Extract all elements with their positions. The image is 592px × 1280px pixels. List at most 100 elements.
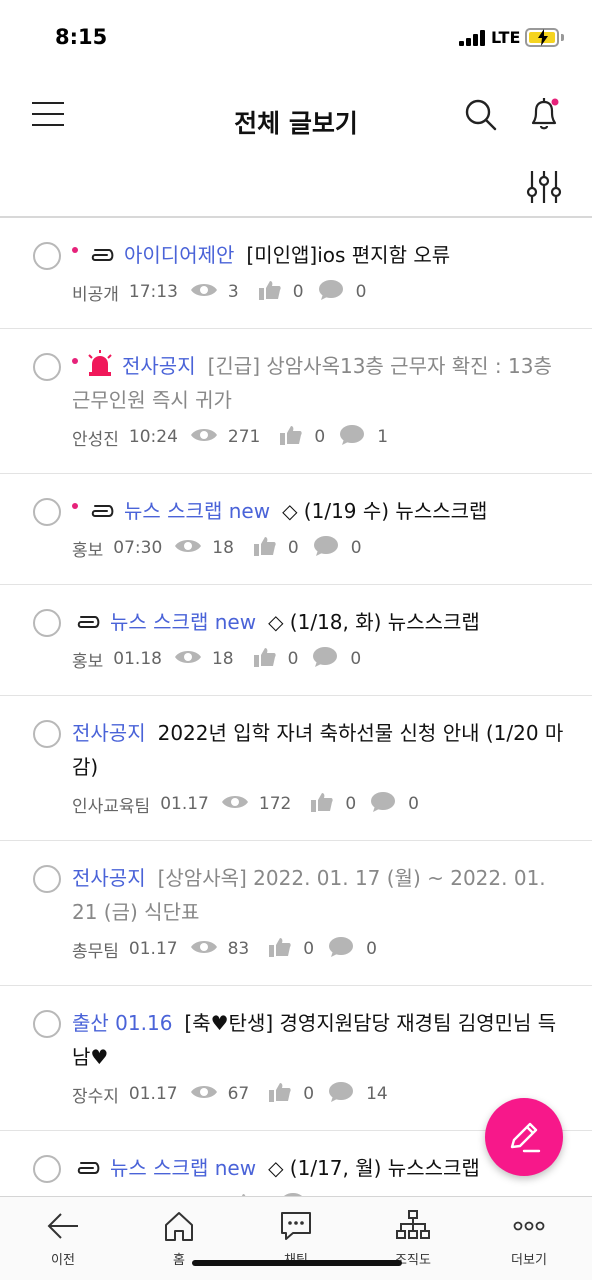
views-icon (190, 1083, 228, 1106)
post-meta: 홍보 07:30 18 0 0 (72, 534, 564, 562)
like-count: 0 (303, 1084, 315, 1104)
unread-dot (72, 358, 78, 364)
post-meta: 장수지 01.17 67 0 14 (72, 1080, 564, 1108)
back-arrow-icon (47, 1213, 78, 1239)
paperclip-icon (72, 1156, 110, 1180)
comment-icon (312, 646, 350, 673)
post-select-checkbox[interactable] (33, 609, 61, 637)
nav-more-label: 더보기 (511, 1253, 547, 1268)
paperclip-icon (72, 610, 110, 634)
nav-home[interactable]: 홈 (120, 1197, 238, 1280)
post-title-line: 전사공지 [상암사옥] 2022. 01. 17 (월) ~ 2022. 01. … (72, 861, 564, 929)
like-count: 0 (287, 649, 299, 669)
comment-count: 1 (377, 427, 389, 447)
post-category[interactable]: 아이디어제안 (124, 243, 234, 267)
write-post-button[interactable] (485, 1098, 563, 1176)
post-list[interactable]: 아이디어제안 [미인앱]ios 편지함 오류비공개 17:13 3 0 0 전사공지 [긴급]… (0, 218, 592, 1196)
post-title[interactable]: [미인앱]ios 편지함 오류 (246, 243, 450, 267)
signal-icon (459, 30, 485, 46)
status-time: 8:15 (55, 25, 108, 49)
post-item[interactable]: 아이디어제안 [미인앱]ios 편지함 오류비공개 17:13 3 0 0 (0, 218, 592, 329)
post-title[interactable]: ◇ (1/19 수) 뉴스스크랩 (282, 499, 487, 523)
like-icon (253, 536, 288, 561)
views-icon (174, 537, 212, 560)
post-item[interactable]: 전사공지 [긴급] 상암사옥13층 근무자 확진 : 13층 근무인원 즉시 귀가… (0, 329, 592, 474)
post-category[interactable]: 뉴스 스크랩 new (110, 610, 256, 634)
page-title: 전체 글보기 (234, 109, 358, 138)
post-title[interactable]: ◇ (1/17, 월) 뉴스스크랩 (268, 1156, 480, 1180)
post-time: 01.18 (113, 649, 162, 669)
comment-count: 0 (366, 939, 377, 959)
like-count: 0 (345, 794, 357, 814)
post-select-checkbox[interactable] (33, 865, 61, 893)
views-icon (174, 648, 212, 671)
post-title-line: 출산 01.16 [축♥탄생] 경영지원담당 재경팀 김영민님 득남♥ (72, 1006, 564, 1074)
comment-count: 0 (350, 649, 362, 669)
like-icon (253, 647, 288, 672)
comment-count: 14 (366, 1084, 388, 1104)
post-select-checkbox[interactable] (33, 353, 61, 381)
nav-org-chart[interactable]: 조직도 (354, 1197, 472, 1280)
post-author: 비공개 (72, 284, 119, 305)
post-category[interactable]: 전사공지 (72, 866, 146, 890)
post-category[interactable]: 뉴스 스크랩 new (124, 499, 270, 523)
post-item[interactable]: 전사공지 [상암사옥] 2022. 01. 17 (월) ~ 2022. 01. … (0, 841, 592, 986)
view-count: 172 (258, 794, 292, 814)
like-count: 0 (314, 427, 326, 447)
post-select-checkbox[interactable] (33, 498, 61, 526)
comment-icon (318, 279, 356, 306)
post-category[interactable]: 뉴스 스크랩 new (110, 1156, 256, 1180)
status-bar: 8:15 LTE (0, 0, 592, 78)
battery-icon (525, 28, 559, 47)
post-title-line: 뉴스 스크랩 new ◇ (1/18, 화) 뉴스스크랩 (72, 605, 564, 639)
post-select-checkbox[interactable] (33, 720, 61, 748)
post-meta: 비공개 17:13 3 0 0 (72, 278, 564, 306)
post-item[interactable]: 전사공지 2022년 입학 자녀 축하선물 신청 안내 (1/20 마감) 인사교육… (0, 696, 592, 841)
app-header: 전체 글보기 (0, 78, 592, 216)
post-title-line: 전사공지 2022년 입학 자녀 축하선물 신청 안내 (1/20 마감) (72, 716, 564, 784)
nav-more[interactable]: 더보기 (470, 1197, 588, 1280)
post-time: 10:24 (128, 427, 178, 447)
like-count: 0 (303, 939, 315, 959)
network-type: LTE (491, 28, 521, 47)
paperclip-icon (86, 243, 124, 267)
post-title[interactable]: ◇ (1/18, 화) 뉴스스크랩 (268, 610, 480, 634)
post-select-checkbox[interactable] (33, 242, 61, 270)
comment-count: 0 (355, 282, 367, 302)
post-author: 홍보 (72, 540, 104, 561)
post-select-checkbox[interactable] (33, 1010, 61, 1038)
comment-icon (328, 1081, 366, 1108)
post-author: 장수지 (72, 1086, 119, 1107)
post-select-checkbox[interactable] (33, 1155, 61, 1183)
like-icon (311, 792, 345, 817)
view-count: 83 (227, 939, 250, 959)
siren-icon (86, 350, 122, 378)
views-icon (190, 426, 228, 449)
post-author: 총무팀 (72, 941, 119, 962)
view-count: 67 (227, 1084, 250, 1104)
post-author: 인사교육팀 (72, 796, 151, 817)
nav-back[interactable]: 이전 (4, 1197, 122, 1280)
post-item[interactable]: 뉴스 스크랩 new ◇ (1/19 수) 뉴스스크랩 홍보 07:30 18 0 0 (0, 474, 592, 585)
home-indicator (192, 1260, 402, 1266)
post-title-line: 전사공지 [긴급] 상암사옥13층 근무자 확진 : 13층 근무인원 즉시 귀가 (72, 349, 564, 417)
post-meta: 홍보 01.18 18 0 0 (72, 645, 564, 673)
nav-chat[interactable]: 채팅 (237, 1197, 355, 1280)
post-category[interactable]: 출산 01.16 (72, 1011, 172, 1035)
comment-icon (313, 535, 351, 562)
post-author: 안성진 (72, 429, 119, 450)
post-meta: 총무팀 01.17 83 0 0 (72, 935, 564, 963)
post-time: 07:30 (113, 538, 163, 558)
post-category[interactable]: 전사공지 (122, 354, 196, 378)
post-author: 홍보 (72, 651, 104, 672)
like-icon (258, 280, 293, 305)
search-icon[interactable] (465, 98, 497, 132)
post-category[interactable]: 전사공지 (72, 721, 146, 745)
post-title-line: 뉴스 스크랩 new ◇ (1/19 수) 뉴스스크랩 (72, 494, 564, 528)
bell-icon[interactable] (527, 96, 561, 132)
bottom-nav: 이전 홈 채팅 조직도 더보기 (0, 1196, 592, 1280)
pencil-icon (510, 1122, 541, 1153)
filter-settings-icon[interactable] (526, 170, 562, 204)
post-item[interactable]: 뉴스 스크랩 new ◇ (1/18, 화) 뉴스스크랩 홍보 01.18 18 0 0 (0, 585, 592, 696)
more-icon (513, 1221, 545, 1231)
